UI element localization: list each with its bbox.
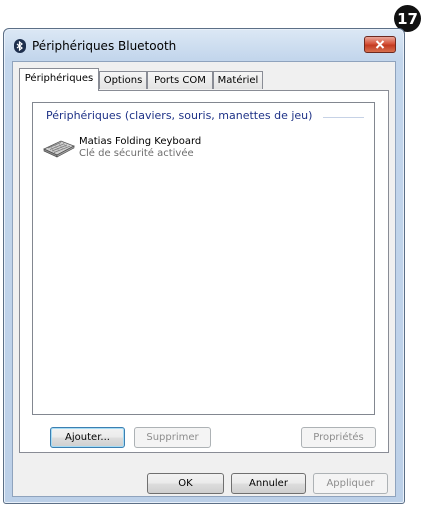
- cancel-button[interactable]: Annuler: [231, 473, 306, 494]
- device-status: Clé de sécurité activée: [79, 148, 194, 159]
- keyboard-icon: [43, 140, 75, 158]
- add-device-button[interactable]: Ajouter...: [50, 427, 125, 448]
- close-button[interactable]: [364, 36, 396, 53]
- tab-options[interactable]: Options: [99, 71, 147, 89]
- device-name: Matias Folding Keyboard: [79, 136, 202, 147]
- remove-device-button[interactable]: Supprimer: [134, 427, 211, 448]
- device-group-header: Périphériques (claviers, souris, manette…: [46, 109, 313, 122]
- bluetooth-devices-window: Périphériques Bluetooth Périphériques Op…: [3, 28, 405, 504]
- ok-button[interactable]: OK: [147, 473, 224, 494]
- tab-materiel[interactable]: Matériel: [213, 71, 263, 89]
- tab-ports-com[interactable]: Ports COM: [147, 71, 213, 89]
- device-list[interactable]: Périphériques (claviers, souris, manette…: [32, 102, 375, 415]
- list-item[interactable]: Matias Folding Keyboard Clé de sécurité …: [41, 135, 241, 165]
- close-icon: [375, 40, 385, 49]
- bluetooth-icon: [14, 39, 26, 53]
- tab-panel-peripheriques: Périphériques (claviers, souris, manette…: [19, 90, 389, 453]
- group-divider: [323, 117, 364, 118]
- properties-button[interactable]: Propriétés: [301, 427, 376, 448]
- window-title: Périphériques Bluetooth: [32, 39, 177, 53]
- dialog-client-area: Périphériques Options Ports COM Matériel…: [12, 61, 396, 497]
- title-bar[interactable]: Périphériques Bluetooth: [4, 29, 404, 61]
- apply-button[interactable]: Appliquer: [313, 473, 388, 494]
- tab-peripheriques[interactable]: Périphériques: [19, 68, 99, 91]
